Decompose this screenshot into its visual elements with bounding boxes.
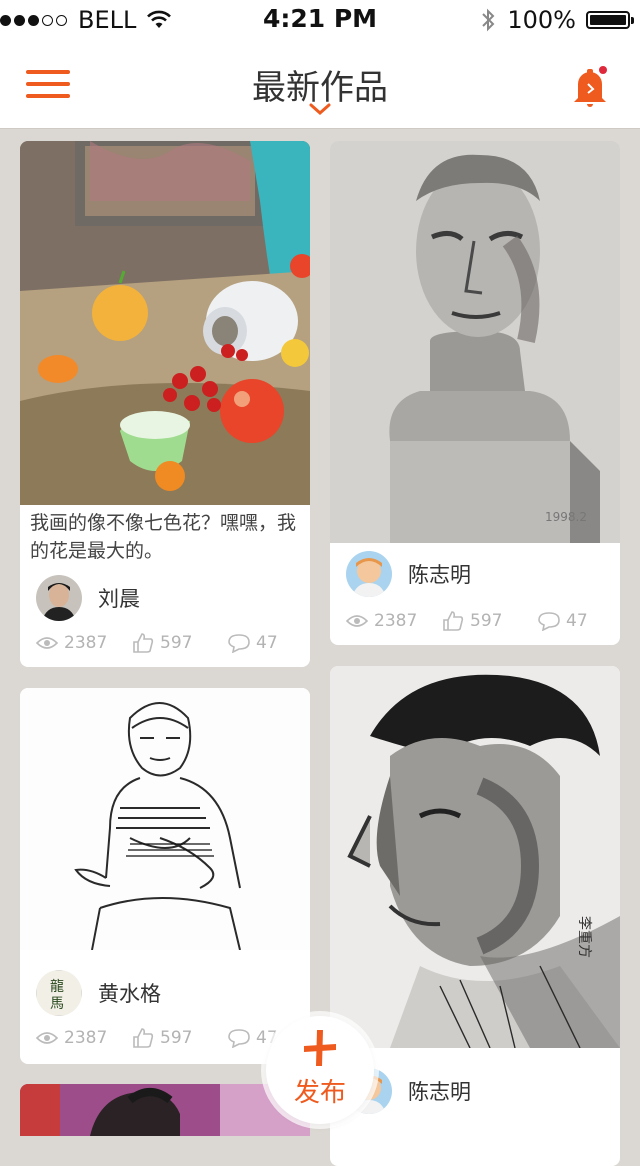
chevron-down-icon[interactable] [308,102,332,116]
svg-text:1998.2: 1998.2 [545,510,587,524]
views-count: 2387 [346,611,442,631]
battery-icon [586,11,634,29]
likes-count[interactable]: 597 [132,632,228,654]
artwork-image[interactable] [20,688,310,950]
status-bar: BELL 4:21 PM 100% [0,0,640,40]
comments-value[interactable]: 47 [256,633,278,653]
comment-bubble-icon[interactable] [538,611,560,631]
artwork-caption: 我画的像不像七色花？嘿嘿，我的花是最大的。 [30,512,297,562]
bluetooth-icon [482,8,495,32]
avatar[interactable] [346,551,392,597]
views-value: 2387 [64,633,108,653]
comments-value[interactable]: 47 [566,611,588,631]
views-count: 2387 [36,633,132,653]
plus-icon[interactable] [300,1028,340,1068]
like-thumb-icon[interactable] [132,1027,154,1049]
author-name[interactable]: 黄水格 [98,978,161,1008]
likes-value[interactable]: 597 [470,611,502,631]
stats-row: 2387 597 47 [36,631,300,655]
views-eye-icon [346,615,368,627]
author-row[interactable]: 龍 馬 黄水格 [36,970,161,1016]
notification-bell-icon[interactable] [570,66,610,108]
publish-button[interactable]: 发布 [266,1016,374,1124]
stats-row: 2387 597 47 [346,609,610,633]
artwork-card[interactable]: 我画的像不像七色花？嘿嘿，我的花是最大的。 刘晨 2387 597 47 [20,141,310,667]
svg-text:李重方: 李重方 [576,916,592,958]
likes-count[interactable]: 597 [132,1027,228,1049]
like-thumb-icon[interactable] [442,610,464,632]
author-name[interactable]: 刘晨 [98,583,140,613]
artwork-image[interactable]: 李重方 [330,666,620,1048]
author-row[interactable]: 陈志明 [346,551,471,597]
navigation-bar: 最新作品 [0,40,640,129]
author-name[interactable]: 陈志明 [408,1076,471,1106]
likes-value[interactable]: 597 [160,1028,192,1048]
author-name[interactable]: 陈志明 [408,559,471,589]
comments-count[interactable]: 47 [228,633,278,653]
battery-area: 100% [481,6,634,34]
comment-bubble-icon[interactable] [228,1028,250,1048]
avatar[interactable] [36,575,82,621]
comments-count[interactable]: 47 [538,611,588,631]
stats-row: 2387 597 47 [36,1026,300,1050]
comments-count[interactable]: 47 [228,1028,278,1048]
author-row[interactable]: 刘晨 [36,575,140,621]
svg-text:馬: 馬 [50,996,64,1012]
battery-percent: 100% [507,6,576,34]
views-eye-icon [36,637,58,649]
artwork-image[interactable]: 1998.2 [330,141,620,543]
views-count: 2387 [36,1028,132,1048]
comment-bubble-icon[interactable] [228,633,250,653]
likes-count[interactable]: 597 [442,610,538,632]
svg-text:龍: 龍 [50,978,64,995]
views-eye-icon [36,1032,58,1044]
avatar[interactable]: 龍 馬 [36,970,82,1016]
views-value: 2387 [64,1028,108,1048]
artwork-image[interactable] [20,141,310,505]
like-thumb-icon[interactable] [132,632,154,654]
artwork-card[interactable]: 龍 馬 黄水格 2387 597 47 [20,688,310,1064]
artwork-card[interactable]: 1998.2 陈志明 2387 597 47 [330,141,620,645]
publish-label[interactable]: 发布 [266,1072,374,1109]
likes-value[interactable]: 597 [160,633,192,653]
views-value: 2387 [374,611,418,631]
